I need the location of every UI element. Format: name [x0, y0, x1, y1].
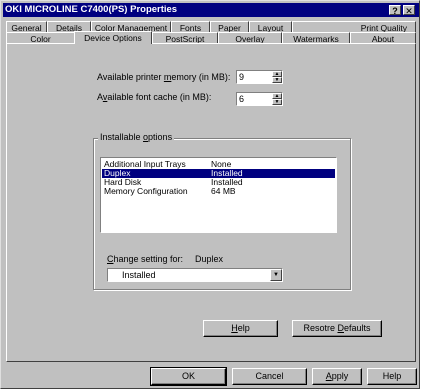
- apply-label: pply: [331, 371, 349, 381]
- title-bar[interactable]: OKI MICROLINE C7400(PS) Properties ? ✕: [3, 3, 419, 17]
- chevron-down-icon[interactable]: ▼: [270, 269, 282, 281]
- change-setting-label-post: hange setting for:: [113, 254, 184, 264]
- option-value: 64 MB: [211, 186, 236, 196]
- restore-label-pre: Resotre: [303, 323, 338, 333]
- apply-button[interactable]: Apply: [312, 368, 362, 385]
- properties-window: OKI MICROLINE C7400(PS) Properties ? ✕ G…: [0, 0, 420, 389]
- list-item[interactable]: Memory Configuration 64 MB: [102, 187, 335, 196]
- help-button[interactable]: Help: [367, 368, 417, 385]
- help-panel-label: elp: [237, 323, 250, 333]
- font-cache-label: Available font cache (in MB):: [97, 92, 211, 102]
- spin-down-icon[interactable]: ▼: [272, 99, 282, 105]
- change-setting-dropdown[interactable]: Installed ▼: [107, 268, 283, 282]
- option-name: Memory Configuration: [104, 186, 188, 196]
- tab-device-options[interactable]: Device Options: [74, 31, 152, 44]
- window-title: OKI MICROLINE C7400(PS) Properties: [5, 4, 178, 15]
- installable-options-title: Installable options: [98, 132, 175, 142]
- printer-memory-label: Available printer memory (in MB):: [97, 72, 230, 82]
- help-icon[interactable]: ?: [389, 5, 401, 16]
- help-panel-button[interactable]: Help: [203, 320, 278, 337]
- printer-memory-label-pre: Available printer: [97, 72, 164, 82]
- font-cache-arrows[interactable]: ▲ ▼: [272, 93, 282, 105]
- printer-memory-spinner[interactable]: 9 ▲ ▼: [236, 70, 283, 84]
- restore-defaults-button[interactable]: Resotre Defaults: [292, 320, 382, 337]
- device-options-panel: Available printer memory (in MB): 9 ▲ ▼ …: [6, 43, 416, 362]
- change-setting-label: Change setting for:: [107, 254, 183, 264]
- installable-options-list[interactable]: Additional Input Trays None Duplex Insta…: [100, 157, 337, 233]
- installable-title-post: ptions: [148, 132, 173, 142]
- close-icon[interactable]: ✕: [403, 5, 415, 16]
- cancel-button[interactable]: Cancel: [232, 368, 307, 385]
- font-cache-label-post: ailable font cache (in MB):: [107, 92, 212, 102]
- font-cache-value[interactable]: 6: [239, 94, 244, 104]
- restore-label-post: efaults: [343, 323, 371, 333]
- ok-button[interactable]: OK: [150, 367, 227, 386]
- installable-title-pre: Installable: [100, 132, 144, 142]
- font-cache-spinner[interactable]: 6 ▲ ▼: [236, 92, 283, 106]
- printer-memory-arrows[interactable]: ▲ ▼: [272, 71, 282, 83]
- spin-down-icon[interactable]: ▼: [272, 77, 282, 83]
- printer-memory-label-post: emory (in MB):: [171, 72, 231, 82]
- printer-memory-value[interactable]: 9: [239, 72, 244, 82]
- change-setting-value[interactable]: Installed: [122, 270, 156, 280]
- change-setting-target: Duplex: [195, 254, 224, 264]
